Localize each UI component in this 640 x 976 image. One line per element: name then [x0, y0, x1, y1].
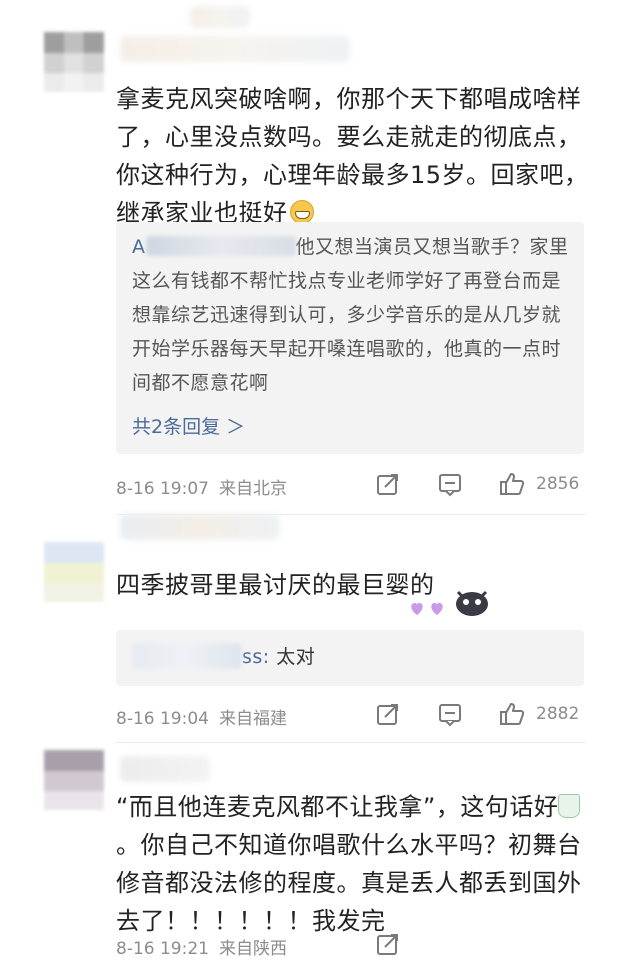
character-sticker-icon: [452, 586, 492, 626]
time-text: 8-16 19:07: [116, 479, 209, 499]
comment-3: “而且他连麦克风都不让我拿”，这句话好。你自己不知道你唱歌什么水平吗？初舞台修音…: [0, 742, 640, 976]
comment-text: 拿麦克风突破啥啊，你那个天下都唱成啥样了，心里没点数吗。要么走就走的彻底点，你这…: [116, 80, 596, 232]
comment-time: 8-16 19:21 来自陕西: [116, 934, 287, 959]
comment-icon[interactable]: [436, 470, 464, 498]
avatar[interactable]: [44, 750, 104, 810]
reply-content: 太对: [269, 646, 316, 668]
more-replies-link[interactable]: 共2条回复 ＞: [132, 412, 245, 439]
username-blurred[interactable]: [120, 36, 350, 62]
reply-text: A 他又想当演员又想当歌手？家里这么有钱都不帮忙找点专业老师学好了再登台而是想靠综…: [132, 230, 572, 400]
comment-time: 8-16 19:07 来自北京: [116, 474, 287, 499]
comment-text-rest: 。你自己不知道你唱歌什么水平吗？初舞台修音都没法修的程度。真是丢人都丢到国外去了…: [116, 831, 582, 935]
avatar[interactable]: [44, 542, 104, 602]
comment-text-content: 四季披哥里最讨厌的最巨婴的: [116, 571, 435, 599]
thumbs-up-icon[interactable]: [498, 470, 526, 498]
avatar[interactable]: [44, 32, 104, 92]
like-count: 2856: [536, 474, 580, 494]
reply-box[interactable]: ss: 太对: [116, 630, 584, 686]
reply-author[interactable]: ss:: [242, 646, 270, 668]
comment-icon[interactable]: [436, 700, 464, 728]
comment-text-line1: “而且他连麦克风都不让我拿”，这句话好: [116, 793, 559, 821]
reply-box[interactable]: A 他又想当演员又想当歌手？家里这么有钱都不帮忙找点专业老师学好了再登台而是想靠综…: [116, 222, 584, 454]
comment-2: 四季披哥里最讨厌的最巨婴的 ss: 太对 8-16 19:04 来自福建 2882: [0, 510, 640, 740]
reply-author[interactable]: A: [132, 236, 146, 258]
thumbs-up-icon[interactable]: [498, 700, 526, 728]
reply-content: 他又想当演员又想当歌手？家里这么有钱都不帮忙找点专业老师学好了再登台而是想靠综艺…: [132, 236, 569, 394]
like-count: 2882: [536, 704, 580, 724]
share-icon[interactable]: [374, 700, 402, 728]
comment-meta: 8-16 19:07 来自北京 2856: [116, 470, 586, 500]
reply-text: ss: 太对: [132, 640, 572, 674]
time-text: 8-16 19:21: [116, 939, 209, 959]
comment-meta: 8-16 19:21 来自陕西: [116, 930, 586, 960]
comment-time: 8-16 19:04 来自福建: [116, 704, 287, 729]
comment-1: 拿麦克风突破啥啊，你那个天下都唱成啥样了，心里没点数吗。要么走就走的彻底点，你这…: [0, 0, 640, 500]
tea-cup-emoji-icon: [558, 794, 581, 818]
location-text: 来自北京: [218, 479, 287, 499]
location-text: 来自福建: [218, 709, 287, 729]
username-blurred[interactable]: [120, 514, 280, 540]
time-text: 8-16 19:04: [116, 709, 209, 729]
share-icon[interactable]: [374, 470, 402, 498]
grin-emoji-icon: [289, 200, 314, 224]
comment-text: 四季披哥里最讨厌的最巨婴的: [116, 566, 616, 604]
reply-author-blurred: [145, 236, 296, 256]
comment-text: “而且他连麦克风都不让我拿”，这句话好。你自己不知道你唱歌什么水平吗？初舞台修音…: [116, 788, 596, 940]
reply-author-blurred: [132, 643, 242, 669]
hearts-sticker-icon: [408, 598, 448, 622]
comment-meta: 8-16 19:04 来自福建 2882: [116, 700, 586, 730]
comment-text-content: 拿麦克风突破啥啊，你那个天下都唱成啥样了，心里没点数吗。要么走就走的彻底点，你这…: [116, 85, 589, 227]
share-icon[interactable]: [374, 930, 402, 958]
location-text: 来自陕西: [218, 939, 287, 959]
username-blurred[interactable]: [120, 756, 210, 782]
